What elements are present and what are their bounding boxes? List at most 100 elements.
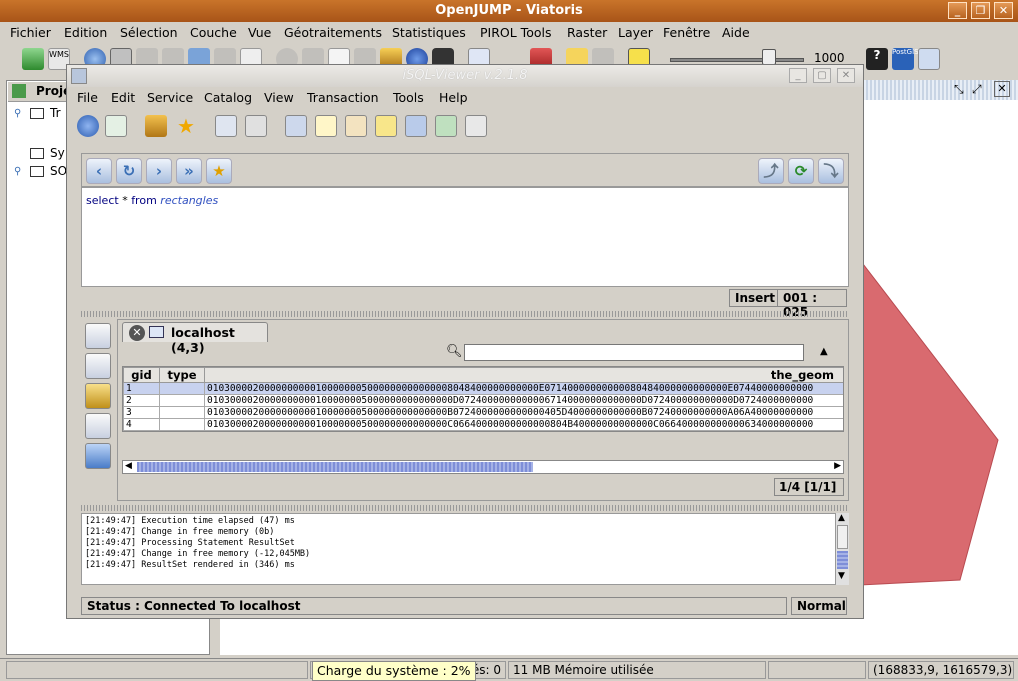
scale-slider[interactable] — [670, 58, 804, 62]
isql-maximize-button[interactable]: ▢ — [813, 68, 831, 83]
sql-editor[interactable]: select * from rectangles — [81, 187, 849, 287]
log-scroll-track[interactable] — [837, 525, 848, 549]
grid-icon[interactable] — [435, 115, 457, 137]
find-icon[interactable] — [215, 115, 237, 137]
isql-menu-help[interactable]: Help — [439, 90, 468, 105]
cell-geom[interactable]: 0103000020000000000100000005000000000000… — [204, 406, 843, 419]
minimize-button[interactable]: _ — [948, 2, 967, 19]
notepad-icon[interactable] — [315, 115, 337, 137]
tree-node-icon[interactable]: ⚲ — [14, 166, 21, 177]
cell-geom[interactable]: 0103000020000000000100000005000000000000… — [204, 382, 843, 395]
menu-selection[interactable]: Sélection — [120, 25, 178, 40]
monitor-icon[interactable] — [285, 115, 307, 137]
database-icon[interactable] — [85, 443, 111, 469]
isql-icon[interactable] — [918, 48, 940, 70]
cell-type[interactable] — [159, 406, 205, 419]
menu-fichier[interactable]: Fichier — [10, 25, 51, 40]
lock-icon[interactable] — [85, 383, 111, 409]
star-icon[interactable]: ★ — [175, 115, 197, 137]
cell-gid[interactable]: 4 — [123, 418, 160, 431]
print-icon[interactable] — [245, 115, 267, 137]
menu-layer[interactable]: Layer — [618, 25, 653, 40]
table-row[interactable]: 4 01030000200000000001000000050000000000… — [123, 418, 843, 431]
column-header-type[interactable]: type — [159, 367, 205, 383]
menu-vue[interactable]: Vue — [248, 25, 271, 40]
cell-type[interactable] — [159, 418, 205, 431]
menu-statistiques[interactable]: Statistiques — [392, 25, 466, 40]
previous-query-button[interactable]: ‹ — [86, 158, 112, 184]
isql-menu-file[interactable]: File — [77, 90, 98, 105]
iconify-icon[interactable]: ⤡ — [954, 82, 964, 97]
scrollbar-thumb[interactable] — [137, 462, 533, 472]
isql-menu-service[interactable]: Service — [147, 90, 193, 105]
isql-close-button[interactable]: ✕ — [837, 68, 855, 83]
cell-gid[interactable]: 1 — [123, 382, 160, 395]
maximize-button[interactable]: ❐ — [971, 2, 990, 19]
load-dataset-icon[interactable] — [22, 48, 44, 70]
close-tab-icon[interactable]: ✕ — [129, 325, 145, 341]
connect-icon[interactable] — [77, 115, 99, 137]
export-icon[interactable] — [85, 413, 111, 439]
tree-item-1[interactable]: Tr — [50, 106, 61, 120]
import-icon[interactable] — [105, 115, 127, 137]
scale-slider-thumb[interactable] — [762, 49, 776, 65]
column-header-the-geom[interactable]: the_geom — [204, 367, 843, 383]
horizontal-scrollbar[interactable]: ◀ ▶ — [122, 460, 844, 474]
log-scrollbar[interactable]: ▲ ▼ — [835, 513, 849, 585]
isql-menu-view[interactable]: View — [264, 90, 294, 105]
scroll-up-icon[interactable]: ▲ — [838, 513, 845, 523]
map-polygon[interactable] — [859, 258, 999, 586]
filter-input[interactable] — [464, 344, 804, 361]
wrench-icon[interactable] — [145, 115, 167, 137]
cell-type[interactable] — [159, 394, 205, 407]
tree-item-3[interactable]: SO — [50, 164, 67, 178]
search-icon[interactable] — [375, 115, 397, 137]
form-view-icon[interactable] — [85, 353, 111, 379]
isql-menu-transaction[interactable]: Transaction — [307, 90, 379, 105]
log-scroll-thumb[interactable] — [837, 551, 848, 569]
results-view-icon[interactable] — [85, 323, 111, 349]
menu-couche[interactable]: Couche — [190, 25, 237, 40]
table-row[interactable]: 3 01030000200000000001000000050000000000… — [123, 406, 843, 419]
scroll-right-icon[interactable]: ▶ — [834, 461, 841, 471]
tree-node-icon[interactable]: ⚲ — [14, 108, 21, 119]
maximize-frame-icon[interactable]: ⤢ — [972, 82, 982, 97]
cell-gid[interactable]: 2 — [123, 394, 160, 407]
scroll-down-icon[interactable]: ▼ — [838, 571, 845, 581]
redo-button[interactable]: ⤵ — [818, 158, 844, 184]
cell-gid[interactable]: 3 — [123, 406, 160, 419]
bookmark-add-button[interactable]: ★ — [206, 158, 232, 184]
menu-raster[interactable]: Raster — [567, 25, 607, 40]
menu-edition[interactable]: Edition — [64, 25, 107, 40]
isql-menu-edit[interactable]: Edit — [111, 90, 135, 105]
table-row[interactable]: 2 01030000200000000001000000050000000000… — [123, 394, 843, 407]
refresh-button[interactable]: ↻ — [116, 158, 142, 184]
tree-item-2[interactable]: Sy — [50, 146, 65, 160]
forward-history-button[interactable]: » — [176, 158, 202, 184]
results-splitter[interactable] — [81, 505, 849, 511]
column-header-gid[interactable]: gid — [123, 367, 160, 383]
menu-pirol-tools[interactable]: PIROL Tools — [480, 25, 551, 40]
menu-aide[interactable]: Aide — [722, 25, 750, 40]
next-query-button[interactable]: › — [146, 158, 172, 184]
commit-up-button[interactable]: ⤴ — [758, 158, 784, 184]
sync-button[interactable]: ⟳ — [788, 158, 814, 184]
isql-menu-catalog[interactable]: Catalog — [204, 90, 252, 105]
menu-fenetre[interactable]: Fenêtre — [663, 25, 710, 40]
menu-geotraitements[interactable]: Géotraitements — [284, 25, 382, 40]
isql-minimize-button[interactable]: _ — [789, 68, 807, 83]
collapse-arrow-icon[interactable]: ▲ — [820, 346, 828, 357]
cell-type[interactable] — [159, 382, 205, 395]
editor-splitter[interactable] — [81, 311, 849, 317]
cell-geom[interactable]: 0103000020000000000100000005000000000000… — [204, 418, 843, 431]
table-row[interactable]: 1 01030000200000000001000000050000000000… — [123, 382, 843, 395]
scroll-icon[interactable] — [345, 115, 367, 137]
result-tab[interactable]: ✕ localhost (4,3) — [122, 322, 268, 355]
help-icon[interactable]: ? — [866, 48, 888, 70]
close-frame-icon[interactable]: ✕ — [994, 81, 1010, 97]
isql-menu-tools[interactable]: Tools — [393, 90, 424, 105]
windows-icon[interactable] — [405, 115, 427, 137]
cell-geom[interactable]: 0103000020000000000100000005000000000000… — [204, 394, 843, 407]
close-button[interactable]: ✕ — [994, 2, 1013, 19]
settings-icon[interactable] — [465, 115, 487, 137]
